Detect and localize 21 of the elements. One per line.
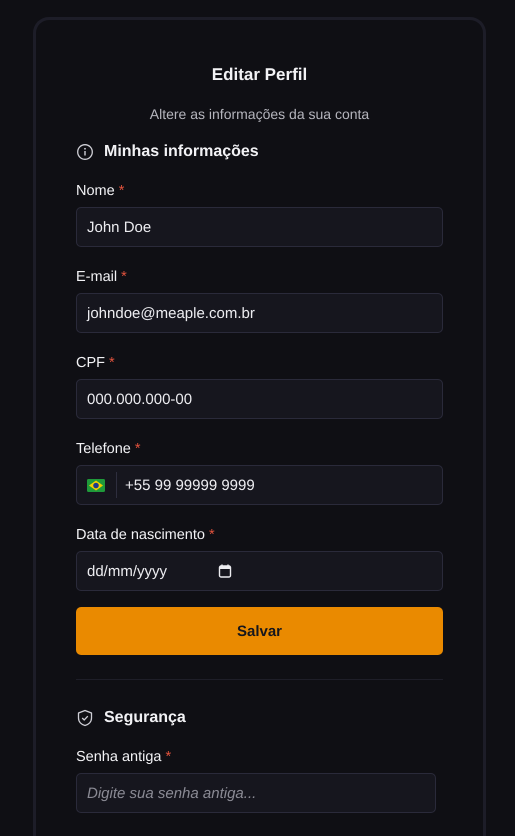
page-title: Editar Perfil bbox=[210, 65, 308, 85]
section-heading: Segurança bbox=[104, 709, 186, 727]
info-icon bbox=[76, 143, 94, 161]
shield-check-icon bbox=[76, 709, 94, 727]
save-button[interactable]: Salvar bbox=[76, 607, 443, 655]
text-field[interactable]: johndoe@meaple.com.br bbox=[76, 293, 443, 333]
field-label: Data de nascimento * bbox=[76, 527, 216, 543]
field-label: Senha antiga * bbox=[76, 749, 172, 765]
flag-icon bbox=[87, 478, 105, 492]
field-label: Telefone * bbox=[76, 441, 142, 457]
field-label: E-mail * bbox=[76, 269, 128, 285]
text-field[interactable]: John Doe bbox=[76, 207, 443, 247]
page-subtitle: Altere as informações da sua conta bbox=[148, 106, 370, 122]
calendar-icon[interactable] bbox=[217, 563, 233, 579]
field-label: CPF * bbox=[76, 355, 116, 371]
field-label: Nome * bbox=[76, 183, 126, 199]
password-field[interactable]: Digite sua senha antiga... bbox=[76, 773, 436, 813]
section-heading: Minhas informações bbox=[104, 143, 259, 161]
date-field[interactable]: dd/mm/yyyy bbox=[76, 551, 443, 591]
phone-field[interactable]: +55 99 99999 9999 bbox=[76, 465, 443, 505]
text-field[interactable]: 000.000.000-00 bbox=[76, 379, 443, 419]
